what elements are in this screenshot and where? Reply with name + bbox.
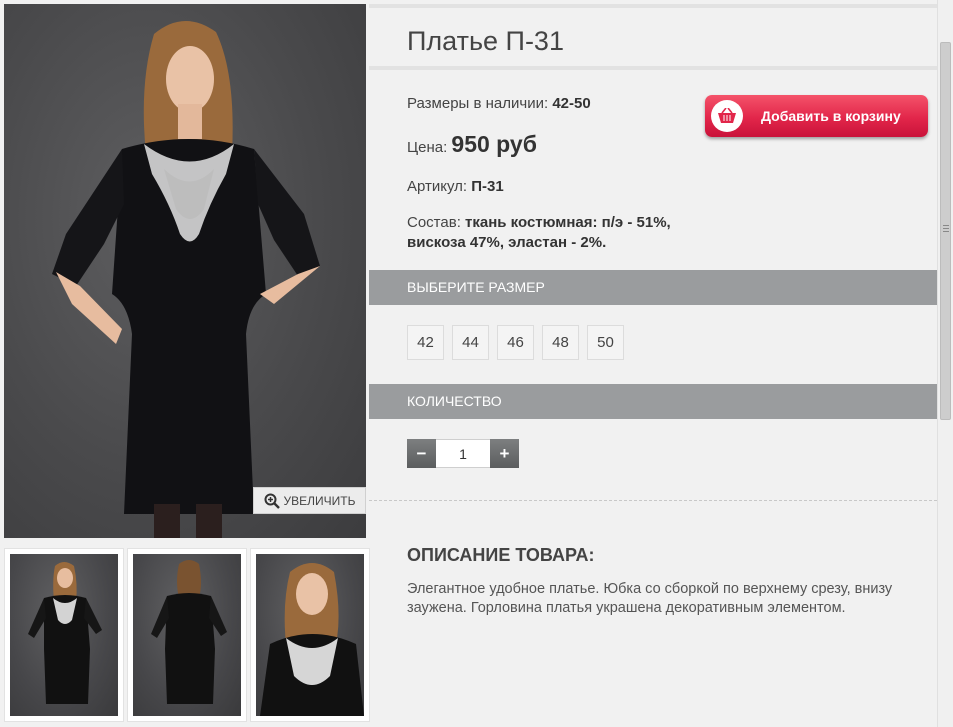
size-option-46[interactable]: 46	[497, 325, 534, 360]
size-section-header: ВЫБЕРИТЕ РАЗМЕР	[369, 270, 937, 305]
model-photo	[52, 20, 320, 538]
basket-icon	[711, 100, 743, 132]
price-value: 950 руб	[451, 131, 537, 157]
price-label: Цена:	[407, 139, 448, 156]
size-option-42[interactable]: 42	[407, 325, 444, 360]
sizes-value: 42-50	[552, 95, 591, 112]
add-to-cart-button[interactable]: Добавить в корзину	[705, 95, 928, 137]
quantity-decrease-button[interactable]: −	[407, 439, 436, 468]
scrollbar-grip-icon	[943, 225, 949, 233]
article-label: Артикул:	[407, 178, 468, 195]
description-title: ОПИСАНИЕ ТОВАРА:	[407, 545, 595, 565]
zoom-label: УВЕЛИЧИТЬ	[283, 493, 356, 508]
thumbnail-2[interactable]	[127, 548, 247, 722]
thumbnail-image	[256, 554, 364, 716]
divider	[369, 500, 937, 501]
zoom-button[interactable]: УВЕЛИЧИТЬ	[253, 487, 366, 514]
thumbnail-image	[10, 554, 118, 716]
thumbnail-strip	[4, 548, 370, 724]
sizes-label: Размеры в наличии:	[407, 95, 549, 112]
thumbnail-1[interactable]	[4, 548, 124, 722]
description-text: Элегантное удобное платье. Юбка со сборк…	[407, 581, 893, 616]
quantity-stepper: − +	[407, 439, 519, 468]
product-details-panel: Платье П-31 Размеры в наличии: 42-50 Цен…	[369, 0, 937, 727]
price: Цена: 950 руб	[407, 131, 537, 158]
title-bar: Платье П-31	[369, 4, 937, 70]
sizes-available: Размеры в наличии: 42-50	[407, 95, 591, 112]
size-option-50[interactable]: 50	[587, 325, 624, 360]
quantity-section-header: КОЛИЧЕСТВО	[369, 384, 937, 419]
size-option-48[interactable]: 48	[542, 325, 579, 360]
article-value: П-31	[471, 178, 504, 195]
thumbnail-3[interactable]	[250, 548, 370, 722]
product-title: Платье П-31	[407, 26, 564, 56]
quantity-input[interactable]	[436, 439, 490, 468]
quantity-increase-button[interactable]: +	[490, 439, 519, 468]
magnify-plus-icon	[264, 493, 280, 509]
main-product-image[interactable]: УВЕЛИЧИТЬ	[4, 4, 366, 538]
article: Артикул: П-31	[407, 178, 504, 195]
thumbnail-image	[133, 554, 241, 716]
composition: Состав: ткань костюмная: п/э - 51%, виск…	[407, 213, 677, 253]
scrollbar-thumb[interactable]	[940, 42, 951, 420]
add-to-cart-label: Добавить в корзину	[761, 108, 901, 124]
page-scrollbar[interactable]	[937, 0, 953, 727]
size-option-44[interactable]: 44	[452, 325, 489, 360]
composition-label: Состав:	[407, 214, 461, 231]
size-options: 42 44 46 48 50	[407, 325, 624, 360]
